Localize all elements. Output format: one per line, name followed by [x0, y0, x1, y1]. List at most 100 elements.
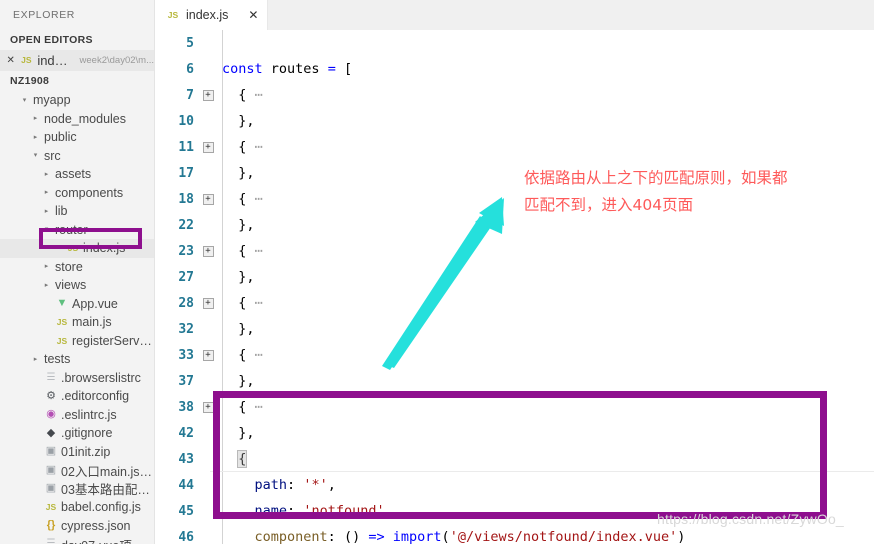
- tree-item-gitignore[interactable]: ◆ .gitignore: [0, 424, 154, 443]
- tree-item-browserslistrc[interactable]: ☰ .browserslistrc: [0, 369, 154, 388]
- token: ,: [384, 503, 393, 519]
- project-root-header[interactable]: NZ1908: [0, 71, 154, 91]
- tree-item-registerservicewor[interactable]: JS registerServiceWor...: [0, 332, 154, 351]
- chevron-right-icon[interactable]: ▸: [30, 115, 41, 122]
- code-line-33[interactable]: 33 + { ⋯: [155, 342, 874, 368]
- chevron-right-icon[interactable]: ▸: [41, 189, 52, 196]
- chevron-down-icon[interactable]: ▾: [19, 97, 30, 104]
- tree-item-public[interactable]: ▸ public: [0, 128, 154, 147]
- line-number: 23: [178, 243, 194, 259]
- tree-item-main-js[interactable]: JS main.js: [0, 313, 154, 332]
- code-line-22[interactable]: 22 },: [155, 212, 874, 238]
- chevron-down-icon[interactable]: ▾: [30, 152, 41, 159]
- tree-item-01init-zip[interactable]: ▣ 01init.zip: [0, 443, 154, 462]
- code-line-37[interactable]: 37 },: [155, 368, 874, 394]
- open-editors-header[interactable]: OPEN EDITORS: [0, 30, 154, 50]
- tree-item-day07-vue[interactable]: ☰ day07-vue项目-脚手...: [0, 535, 154, 544]
- tree-item-store[interactable]: ▸ store: [0, 258, 154, 277]
- tree-item-lib[interactable]: ▸ lib: [0, 202, 154, 221]
- token: {: [222, 243, 255, 259]
- code-text: },: [216, 217, 254, 233]
- token: '*': [303, 477, 328, 493]
- token: },: [222, 321, 255, 337]
- line-number: 33: [178, 347, 194, 363]
- fold-expand-icon[interactable]: +: [200, 193, 216, 205]
- chevron-right-icon[interactable]: ▸: [41, 171, 52, 178]
- tree-item-index-js[interactable]: JS index.js: [0, 239, 154, 258]
- tab-index-js[interactable]: JS index.js ✕: [155, 0, 269, 30]
- code-text: },: [216, 165, 255, 181]
- line-number: 32: [178, 321, 194, 337]
- close-icon[interactable]: ✕: [248, 8, 258, 22]
- tree-item-editorconfig[interactable]: ⚙ .editorconfig: [0, 387, 154, 406]
- token: },: [222, 165, 255, 181]
- code-text: path: '*',: [216, 477, 336, 493]
- code-line-5[interactable]: 5: [155, 30, 874, 56]
- token: 'notfound': [303, 503, 385, 519]
- close-icon[interactable]: ✕: [6, 55, 15, 66]
- code-line-42[interactable]: 42 },: [155, 420, 874, 446]
- tree-item-views[interactable]: ▸ views: [0, 276, 154, 295]
- tree-item-label: views: [55, 278, 87, 293]
- code-line-11[interactable]: 11 + { ⋯: [155, 134, 874, 160]
- fold-expand-icon[interactable]: +: [200, 141, 216, 153]
- code-line-46[interactable]: 46 component: () => import('@/views/notf…: [155, 524, 874, 544]
- tree-item-src[interactable]: ▾ src: [0, 147, 154, 166]
- chevron-down-icon[interactable]: ▾: [41, 226, 52, 233]
- tree-item-babel-config-js[interactable]: JS babel.config.js: [0, 498, 154, 517]
- code-line-44[interactable]: 44 path: '*',: [155, 472, 874, 498]
- tree-item-myapp[interactable]: ▾ myapp: [0, 91, 154, 110]
- fold-expand-icon[interactable]: +: [200, 297, 216, 309]
- fold-expand-icon[interactable]: +: [200, 89, 216, 101]
- tree-item-label: 03基本路由配置.zip: [61, 483, 154, 498]
- tree-item-app-vue[interactable]: ▼ App.vue: [0, 295, 154, 314]
- chevron-right-icon[interactable]: ▸: [30, 356, 41, 363]
- code-line-38[interactable]: 38 + { ⋯: [155, 394, 874, 420]
- token: '@/views/notfound/index.vue': [449, 529, 678, 544]
- tree-item-assets[interactable]: ▸ assets: [0, 165, 154, 184]
- tree-item-cypress-json[interactable]: {} cypress.json: [0, 517, 154, 536]
- tree-item-03-zip[interactable]: ▣ 03基本路由配置.zip: [0, 480, 154, 499]
- tree-item-02-main-js-zip[interactable]: ▣ 02入口main.js详解.zip: [0, 461, 154, 480]
- token: =>: [368, 529, 385, 544]
- chevron-right-icon[interactable]: ▸: [30, 134, 41, 141]
- code-editor[interactable]: 5 6 const routes = [7 + { ⋯ 10 }, 11 + { ⋯ 17 }…: [155, 30, 874, 544]
- code-line-17[interactable]: 17 },: [155, 160, 874, 186]
- code-line-23[interactable]: 23 + { ⋯: [155, 238, 874, 264]
- fold-expand-icon[interactable]: +: [200, 245, 216, 257]
- code-line-6[interactable]: 6 const routes = [: [155, 56, 874, 82]
- tree-item-eslintrc-js[interactable]: ◉ .eslintrc.js: [0, 406, 154, 425]
- code-line-18[interactable]: 18 + { ⋯: [155, 186, 874, 212]
- text-file-icon: ☰: [46, 538, 56, 544]
- fold-expand-icon[interactable]: +: [200, 401, 216, 413]
- tree-item-label: .browserslistrc: [61, 370, 141, 385]
- chevron-right-icon[interactable]: ▸: [41, 282, 52, 289]
- tree-item-node-modules[interactable]: ▸ node_modules: [0, 110, 154, 129]
- gear-icon: ⚙: [46, 389, 56, 402]
- code-line-45[interactable]: 45 name: 'notfound',: [155, 498, 874, 524]
- fold-expand-icon[interactable]: +: [200, 349, 216, 361]
- eslint-icon: ◉: [46, 408, 56, 421]
- token: path: [254, 477, 288, 493]
- tree-item-components[interactable]: ▸ components: [0, 184, 154, 203]
- open-editor-item[interactable]: ✕ JS index.js week2\day02\m...: [0, 50, 154, 71]
- code-line-27[interactable]: 27 },: [155, 264, 874, 290]
- code-line-10[interactable]: 10 },: [155, 108, 874, 134]
- token: ⋯: [254, 87, 264, 103]
- chevron-right-icon[interactable]: ▸: [41, 208, 52, 215]
- tree-item-router[interactable]: ▾ router: [0, 221, 154, 240]
- code-text: },: [216, 373, 254, 389]
- chevron-right-icon[interactable]: ▸: [41, 263, 52, 270]
- js-file-icon: JS: [167, 9, 179, 20]
- tree-item-label: tests: [44, 352, 71, 367]
- tree-item-tests[interactable]: ▸ tests: [0, 350, 154, 369]
- code-line-7[interactable]: 7 + { ⋯: [155, 82, 874, 108]
- code-line-32[interactable]: 32 },: [155, 316, 874, 342]
- code-line-43[interactable]: 43 {: [155, 446, 874, 472]
- code-line-28[interactable]: 28 + { ⋯: [155, 290, 874, 316]
- token: [: [343, 61, 353, 77]
